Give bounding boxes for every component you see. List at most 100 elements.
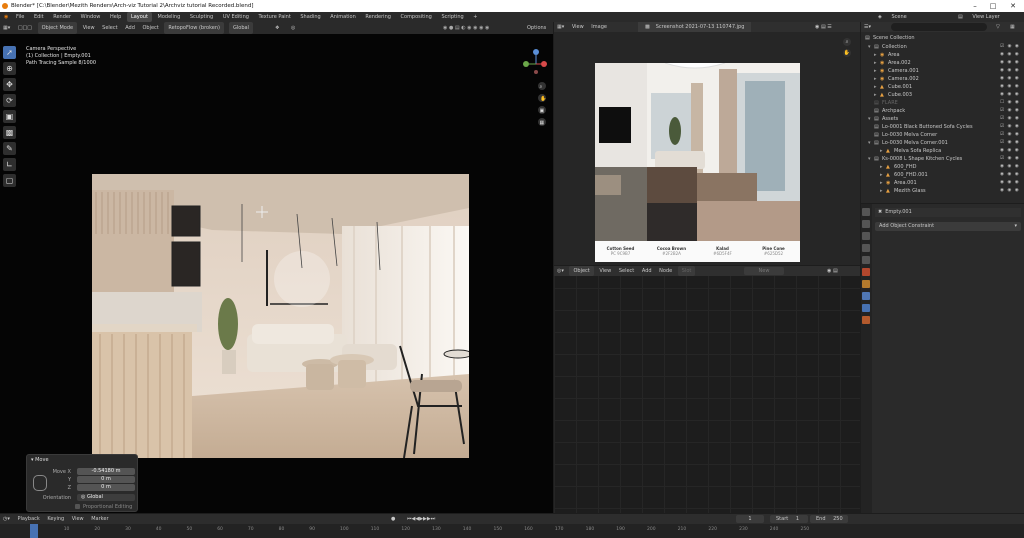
data-tab-icon[interactable]	[862, 316, 870, 324]
keying-menu[interactable]: Keying	[44, 514, 67, 524]
current-frame-field[interactable]: 1	[736, 515, 764, 523]
slot-dropdown[interactable]: Slot	[677, 266, 696, 276]
visibility-icons[interactable]: ◉ ◉ ◉	[1000, 163, 1020, 171]
overlay-icons[interactable]: ◉ ● ▤ ◐ ◉ ◉ ◉ ◉	[440, 22, 492, 34]
scale-tool-icon[interactable]: ▣	[3, 110, 16, 123]
rotate-tool-icon[interactable]: ⟳	[3, 94, 16, 107]
image-display-icons[interactable]: ◉ ▤ ☰	[812, 22, 835, 32]
outliner-row[interactable]: ▸ ▲ Melva Sofa Replica ◉ ◉ ◉	[861, 147, 1024, 155]
menu-help[interactable]: Help	[106, 12, 125, 22]
image-editor[interactable]: ▦▾ View Image ▩ Screenshot 2021-07-13 11…	[554, 22, 860, 265]
visibility-icons[interactable]: ◉ ◉ ◉	[1000, 171, 1020, 179]
output-tab-icon[interactable]	[862, 232, 870, 240]
scene-collection-row[interactable]: ▤ Scene Collection	[861, 34, 1024, 42]
tab-uv-editing[interactable]: UV Editing	[219, 12, 253, 22]
outliner-row[interactable]: ▸ ◉ Camera.001 ◉ ◉ ◉	[861, 67, 1024, 75]
image-menu-view[interactable]: View	[569, 22, 587, 32]
visibility-icons[interactable]: ◉ ◉ ◉	[1000, 147, 1020, 155]
proportional-edit-icon[interactable]: ◎	[288, 22, 298, 34]
move-tool-icon[interactable]: ✥	[3, 78, 16, 91]
properties-editor[interactable]: ✖ Empty.001 Add Object Constraint ▾	[861, 204, 1024, 513]
select-tool-icon[interactable]: ➚	[3, 46, 16, 59]
menu-render[interactable]: Render	[49, 12, 75, 22]
move-panel-header[interactable]: ▾ Move	[31, 457, 49, 463]
object-tab-icon[interactable]	[862, 280, 870, 288]
marker-menu[interactable]: Marker	[88, 514, 111, 524]
outliner-row[interactable]: ▸ ◉ Area ◉ ◉ ◉	[861, 51, 1024, 59]
visibility-icons[interactable]: ☑ ◉ ◉	[1000, 155, 1020, 163]
node-menu-select[interactable]: Select	[616, 266, 637, 276]
menu-file[interactable]: File	[12, 12, 28, 22]
3d-viewport[interactable]: ▦▾ □□□ Object Mode View Select Add Objec…	[0, 22, 553, 513]
render-tab-icon[interactable]	[862, 220, 870, 228]
options-dropdown[interactable]: Options	[524, 22, 549, 34]
orientation-dropdown[interactable]: ◎ Global	[77, 494, 135, 501]
blender-menu-icon[interactable]: ◉	[0, 12, 10, 22]
scene-selector[interactable]: ◈ Scene	[870, 12, 915, 22]
timeline-view-menu[interactable]: View	[69, 514, 87, 524]
outliner-search-input[interactable]	[891, 23, 987, 31]
tab-modeling[interactable]: Modeling	[154, 12, 185, 22]
select-box-icon[interactable]: □□□	[15, 22, 35, 34]
image-name-field[interactable]: ▩ Screenshot 2021-07-13 110747.jpg	[638, 22, 752, 32]
outliner-row[interactable]: ▤ Archpack ☑ ◉ ◉	[861, 107, 1024, 115]
visibility-icons[interactable]: ◉ ◉ ◉	[1000, 59, 1020, 67]
measure-tool-icon[interactable]: ∟	[3, 158, 16, 171]
node-editor-type-icon[interactable]: ◎▾	[554, 266, 567, 276]
outliner-row[interactable]: ▸ ▲ 600_FHD.001 ◉ ◉ ◉	[861, 171, 1024, 179]
outliner-row[interactable]: ▾ ▤ Ks-0008 L Shape Kitchen Cycles ☑ ◉ ◉	[861, 155, 1024, 163]
proportional-checkbox[interactable]	[75, 504, 80, 509]
frame-ruler[interactable]: 0102030405060708090100110120130140150160…	[0, 524, 1024, 538]
add-workspace-button[interactable]: +	[469, 12, 481, 22]
menu-view[interactable]: View	[80, 22, 98, 34]
visibility-icons[interactable]: ◉ ◉ ◉	[1000, 83, 1020, 91]
node-menu-node[interactable]: Node	[656, 266, 675, 276]
move-operator-panel[interactable]: ▾ Move Move X -0.54180 m Y 0 m Z 0 m Orient…	[26, 454, 138, 512]
visibility-icons[interactable]: ☑ ◉ ◉	[1000, 107, 1020, 115]
world-tab-icon[interactable]	[862, 268, 870, 276]
timeline[interactable]: ◷▾ Playback Keying View Marker ● ⏮◀◀▶▶▶⏭…	[0, 514, 1024, 538]
image-nav-gizmo[interactable]: ⌕ ✋	[837, 38, 857, 57]
playback-controls[interactable]: ⏮◀◀▶▶▶⏭	[404, 514, 438, 524]
constraints-tab-icon[interactable]	[862, 304, 870, 312]
transform-tool-icon[interactable]: ▩	[3, 126, 16, 139]
visibility-icons[interactable]: ☑ ◉ ◉	[1000, 115, 1020, 123]
start-frame-field[interactable]: Start 1	[770, 515, 808, 523]
pan-icon[interactable]: ✋	[843, 49, 851, 57]
outliner-row[interactable]: ▸ ◉ Area.001 ◉ ◉ ◉	[861, 179, 1024, 187]
outliner-row[interactable]: ▾ ▤ Collection ☑ ◉ ◉	[861, 43, 1024, 51]
physics-tab-icon[interactable]	[862, 292, 870, 300]
new-material-button[interactable]: New	[744, 267, 784, 275]
visibility-icons[interactable]: ◉ ◉ ◉	[1000, 67, 1020, 75]
node-overlay-icons[interactable]: ◉ ▤	[824, 266, 841, 276]
outliner-row[interactable]: ▸ ◉ Camera.002 ◉ ◉ ◉	[861, 75, 1024, 83]
tab-sculpting[interactable]: Sculpting	[186, 12, 217, 22]
move-z-field[interactable]: 0 m	[77, 484, 135, 491]
view-layer-tab-icon[interactable]	[862, 244, 870, 252]
tab-layout[interactable]: Layout	[126, 12, 152, 22]
shader-node-editor[interactable]: ◎▾ Object View Select Add Node Slot New …	[554, 266, 860, 513]
shader-type-dropdown[interactable]: Object	[569, 266, 594, 276]
editor-type-icon[interactable]: ▦▾	[0, 22, 13, 34]
outliner-row[interactable]: ▸ ▲ Cube.001 ◉ ◉ ◉	[861, 83, 1024, 91]
playback-menu[interactable]: Playback	[14, 514, 42, 524]
outliner[interactable]: ☰▾ ▽ ▦ ▤ Scene Collection ▾ ▤ Collection ☑ ◉…	[861, 22, 1024, 203]
annotate-tool-icon[interactable]: ✎	[3, 142, 16, 155]
snap-icon[interactable]: ❖	[272, 22, 282, 34]
maximize-icon[interactable]: □	[986, 0, 1000, 12]
visibility-icons[interactable]: ☐ ◉ ◉	[1000, 99, 1020, 107]
visibility-icons[interactable]: ☑ ◉ ◉	[1000, 131, 1020, 139]
outliner-row[interactable]: ▸ ▲ Cube.003 ◉ ◉ ◉	[861, 91, 1024, 99]
outliner-row[interactable]: ▸ ▲ Mezith Glass ◉ ◉ ◉	[861, 187, 1024, 195]
outliner-row[interactable]: ▾ ▤ Lo-0030 Melva Corner.001 ☑ ◉ ◉	[861, 139, 1024, 147]
retopoflow-menu[interactable]: RetopoFlow (broken)	[164, 22, 224, 34]
node-menu-view[interactable]: View	[596, 266, 614, 276]
cursor-tool-icon[interactable]: ⊕	[3, 62, 16, 75]
close-icon[interactable]: ✕	[1006, 0, 1020, 12]
tab-animation[interactable]: Animation	[326, 12, 360, 22]
menu-add[interactable]: Add	[122, 22, 138, 34]
end-frame-field[interactable]: End 250	[810, 515, 848, 523]
tab-texture-paint[interactable]: Texture Paint	[255, 12, 295, 22]
tab-scripting[interactable]: Scripting	[437, 12, 467, 22]
move-x-field[interactable]: -0.54180 m	[77, 468, 135, 475]
